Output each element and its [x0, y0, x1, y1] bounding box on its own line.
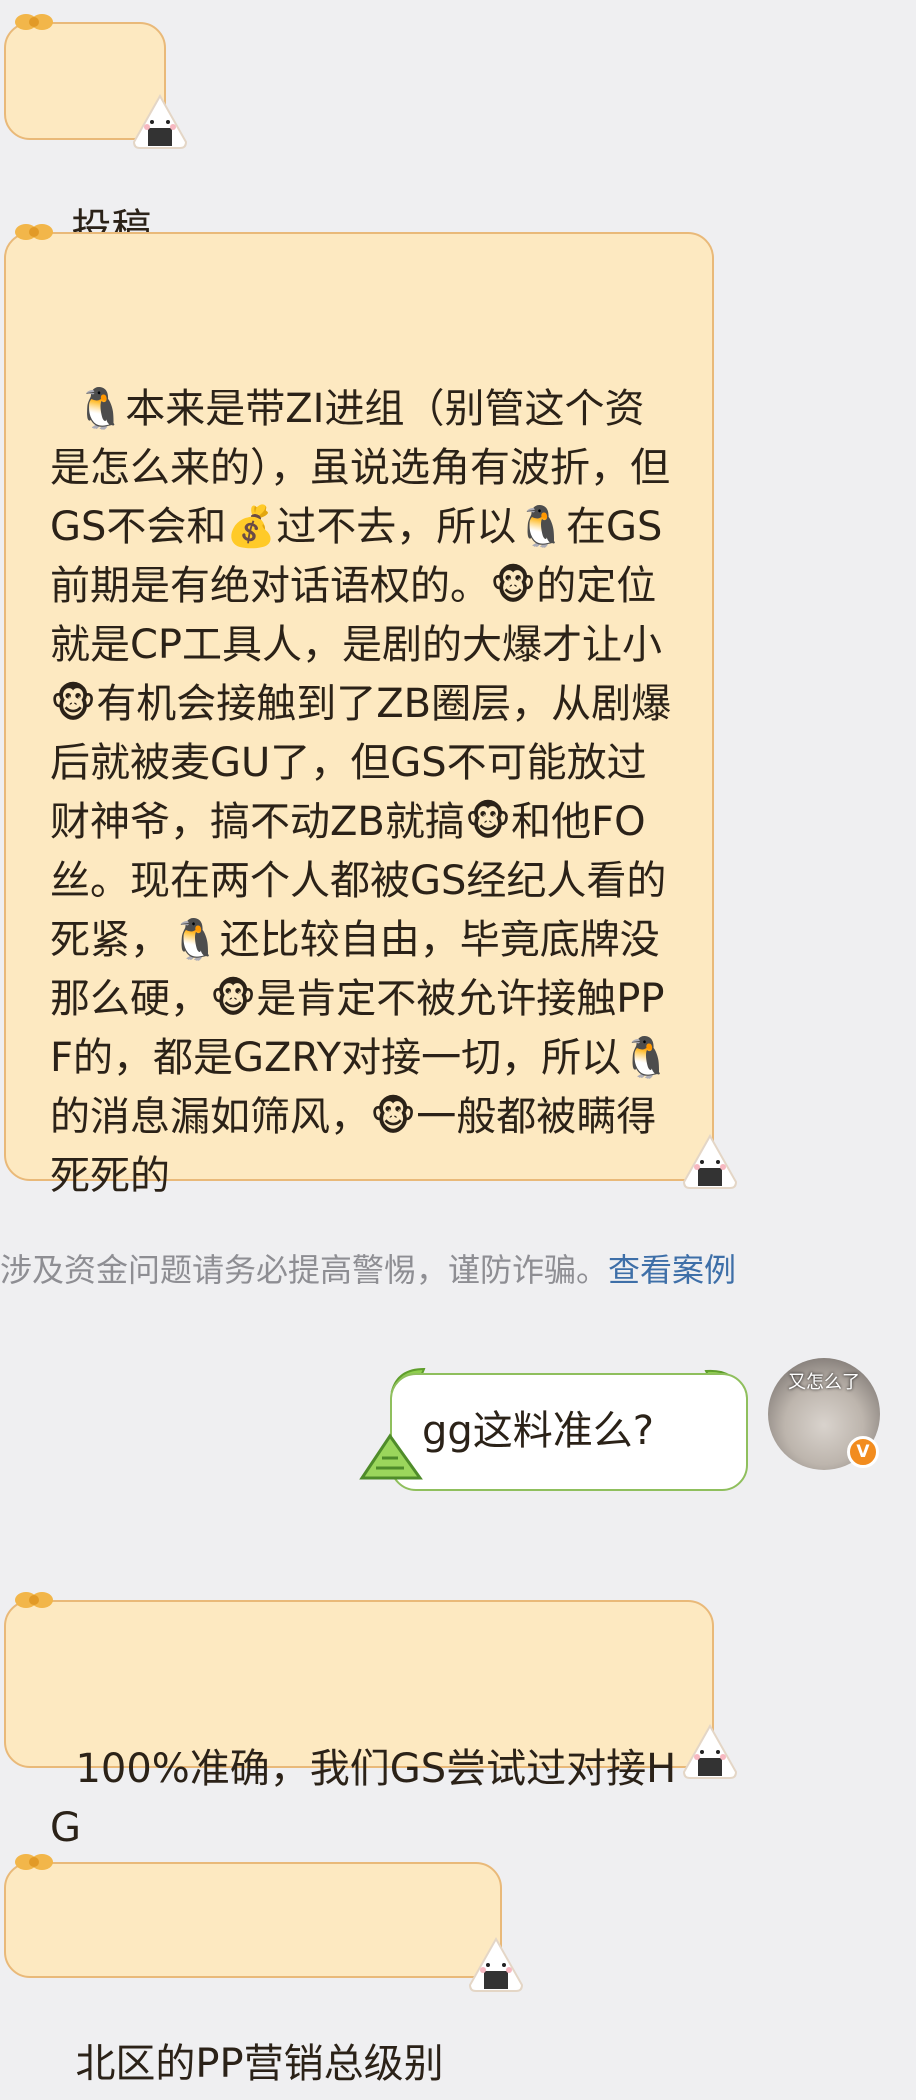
notice-text: 涉及资金问题请务必提高警惕，谨防诈骗。: [0, 1251, 609, 1289]
onigiri-icon: [468, 1936, 524, 1992]
message-bubble[interactable]: 🐧本来是带ZI进组（别管这个资是怎么来的），虽说选角有波折，但GS不会和💰过不去…: [4, 224, 714, 1199]
view-cases-link[interactable]: 查看案例: [608, 1251, 736, 1289]
rice-dumpling-icon: [359, 1433, 423, 1480]
sent-message-bubble[interactable]: gg这料准么?: [390, 1373, 748, 1491]
verified-badge: V: [847, 1436, 879, 1468]
message-text: 🐧本来是带ZI进组（别管这个资是怎么来的），虽说选角有波折，但GS不会和💰过不去…: [50, 386, 672, 1199]
bow-decoration-icon: [15, 14, 53, 30]
avatar-caption: 又怎么了: [788, 1372, 860, 1393]
bow-decoration-icon: [15, 224, 53, 240]
bow-decoration-icon: [15, 1592, 53, 1608]
bow-decoration-icon: [15, 1854, 53, 1870]
message-bubble[interactable]: 北区的PP营销总级别: [4, 1854, 502, 2087]
message-text: gg这料准么?: [422, 1408, 655, 1454]
onigiri-icon: [682, 1723, 738, 1779]
message-text: 100%准确，我们GS尝试过对接HG: [50, 1746, 677, 1851]
message-text: 北区的PP营销总级别: [75, 2041, 444, 2087]
onigiri-icon: [132, 93, 188, 149]
fraud-warning-notice: 涉及资金问题请务必提高警惕，谨防诈骗。查看案例: [0, 1250, 736, 1290]
onigiri-icon: [682, 1133, 738, 1189]
message-bubble[interactable]: 100%准确，我们GS尝试过对接HG: [4, 1592, 714, 1851]
